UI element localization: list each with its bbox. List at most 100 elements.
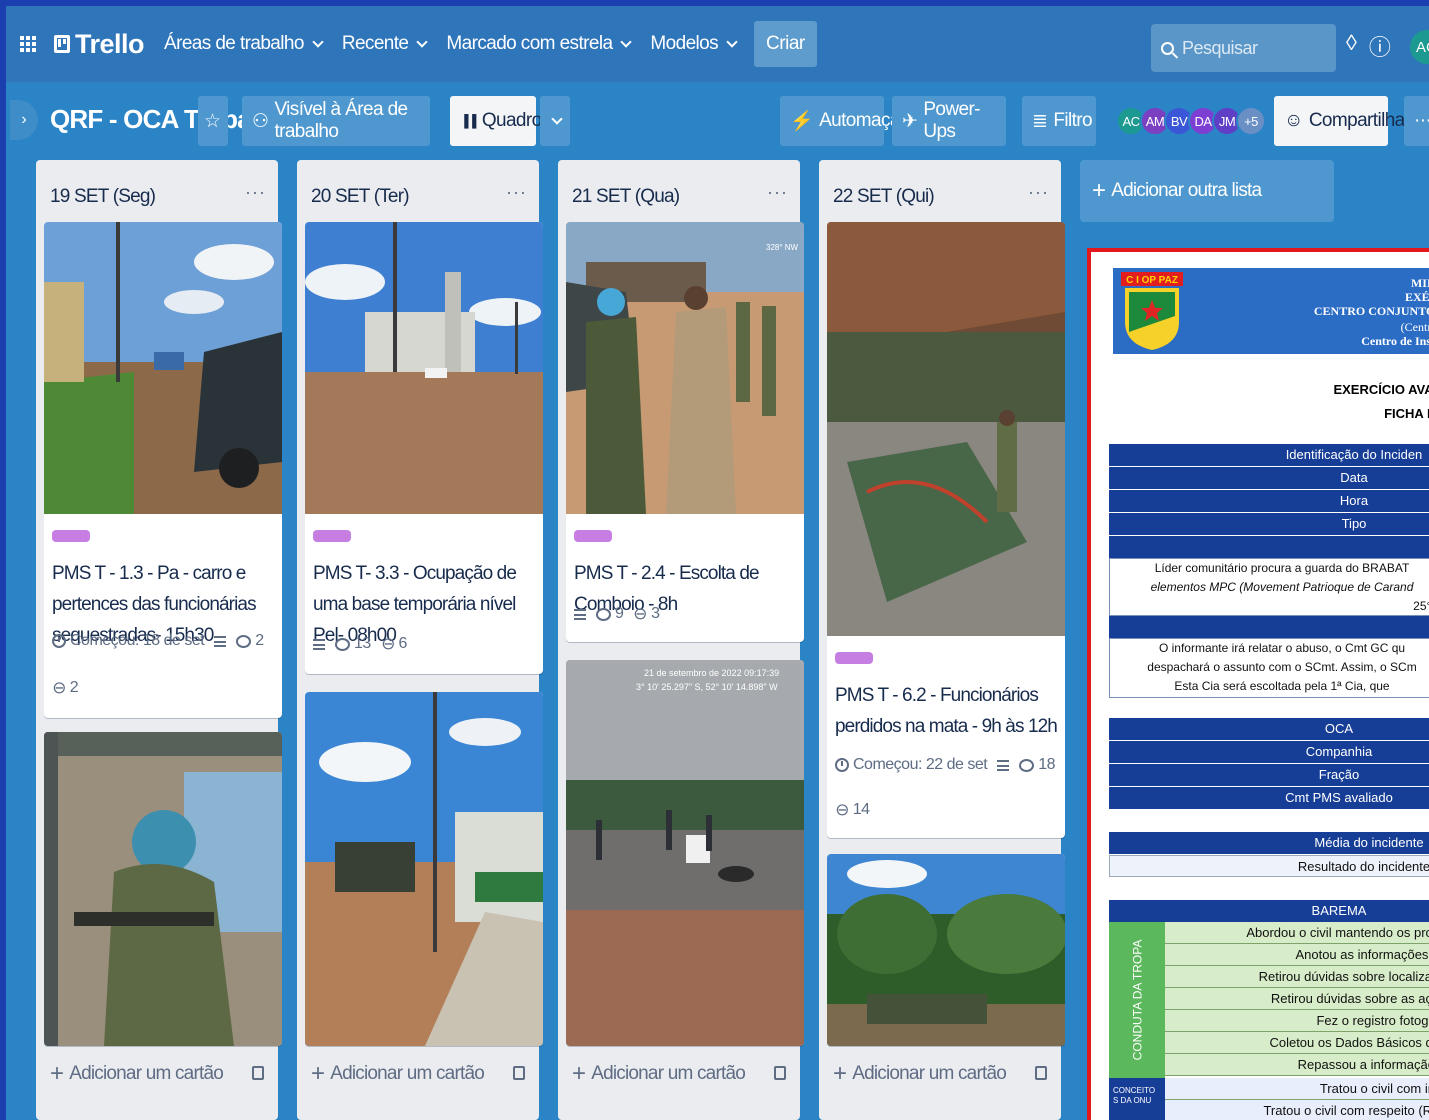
description-icon (214, 635, 227, 647)
add-list-label: Adicionar outra lista (1111, 180, 1262, 201)
brand-name: Trello (75, 28, 145, 59)
clock-icon (52, 634, 66, 648)
nav-workspaces-menu[interactable]: Áreas de trabalho (164, 33, 324, 55)
plus-icon: + (50, 1060, 64, 1087)
list-menu-button[interactable]: ··· (506, 182, 527, 203)
card-photo-only[interactable]: 21 de setembro de 2022 09:17:39 3° 10' 2… (566, 660, 804, 1046)
list-title[interactable]: 22 SET (Qui) (833, 186, 935, 208)
start-date-badge: Começou: 18 de set (52, 632, 205, 650)
nav-recent-label: Recente (341, 33, 409, 54)
list-menu-button[interactable]: ··· (245, 182, 266, 203)
visibility-label: Visível à Área de trabalho (274, 99, 408, 142)
list-menu-button[interactable]: ··· (767, 182, 788, 203)
description-icon (997, 759, 1010, 771)
barema-row: Repassou a informação ao (1165, 1054, 1429, 1076)
add-card-button[interactable]: + Adicionar um cartão (50, 1060, 224, 1088)
help-icon[interactable]: ⓘ (1369, 30, 1391, 62)
filter-label: Filtro (1053, 110, 1092, 131)
card-badges-row2: ⊘ 2 (48, 676, 79, 699)
board-view-button[interactable]: ▐▐ Quadro (450, 96, 542, 146)
paperclip-icon: ⊘ (830, 798, 854, 822)
card-cover-photo (827, 222, 1065, 636)
doc-row-companhia: Companhia (1109, 741, 1429, 763)
trello-logo[interactable]: Trello (54, 28, 145, 60)
filter-icon: ≣ (1032, 110, 1048, 132)
visibility-button[interactable]: ⚇ Visível à Área de trabalho (242, 96, 430, 146)
attachments-badge: ⊘ 3 (629, 602, 660, 625)
doc-header-line: (Centro S (1400, 320, 1429, 334)
start-date-badge: Começou: 22 de set (835, 756, 988, 774)
barema-row: Retirou dúvidas sobre localização (1165, 966, 1429, 988)
view-switcher-button[interactable] (540, 96, 570, 146)
list-menu-button[interactable]: ··· (1028, 182, 1049, 203)
list-title[interactable]: 20 SET (Ter) (311, 186, 410, 208)
comments-count: 9 (615, 605, 624, 622)
doc-text-line: Esta Cia será escoltada pela 1ª Cia, que (1174, 679, 1390, 693)
board-menu-button[interactable]: ··· (1404, 96, 1429, 146)
filter-button[interactable]: ≣ Filtro (1022, 96, 1096, 146)
comments-badge: 18 (1019, 756, 1055, 774)
card-pms-t-1-3[interactable]: PMS T - 1.3 - Pa - carro e pertences das… (44, 222, 282, 718)
create-button[interactable]: Criar (754, 21, 817, 67)
card-badges: Começou: 18 de set 2 (52, 632, 264, 650)
card-pms-t-6-2[interactable]: PMS T - 6.2 - Funcionários perdidos na m… (827, 222, 1065, 838)
doc-subtitle: FICHA DE (1384, 406, 1429, 421)
card-label (835, 652, 873, 664)
doc-row-id: Identificação do Inciden (1109, 444, 1429, 466)
seal-text: C I OP PAZ (1126, 275, 1178, 286)
card-pms-t-3-3[interactable]: PMS T- 3.3 - Ocupação de uma base tempor… (305, 222, 543, 674)
search-input[interactable]: Pesquisar (1151, 24, 1336, 72)
doc-row-blank (1109, 616, 1429, 638)
card-template-icon[interactable] (774, 1066, 786, 1080)
doc-barema-header: BAREMA (1109, 900, 1429, 922)
doc-row-resultado: Resultado do incidente (1109, 855, 1429, 877)
sidebar-toggle-chevron-right-icon[interactable]: › (10, 100, 38, 140)
list-22-set: 22 SET (Qui) ··· PMS T - 6.2 - Funcionár… (819, 160, 1065, 1120)
photo-gps-date-overlay: 21 de setembro de 2022 09:17:39 (644, 668, 779, 678)
comment-icon (1019, 758, 1035, 772)
plus-icon: + (311, 1060, 325, 1087)
description-icon (574, 608, 586, 620)
add-card-button[interactable]: + Adicionar um cartão (833, 1060, 1007, 1088)
chevron-down-icon (416, 36, 429, 48)
plus-icon: + (833, 1060, 847, 1087)
nav-recent-menu[interactable]: Recente (341, 33, 429, 55)
card-template-icon[interactable] (252, 1066, 264, 1080)
add-member-icon: ☺ (1284, 110, 1303, 131)
list-title[interactable]: 19 SET (Seg) (50, 186, 156, 208)
doc-paragraph-2: O informante irá relatar o abuso, o Cmt … (1109, 638, 1429, 698)
card-cover-photo: 21 de setembro de 2022 09:17:39 3° 10' 2… (566, 660, 804, 1046)
nav-starred-label: Marcado com estrela (446, 33, 613, 54)
card-template-icon[interactable] (513, 1066, 525, 1080)
add-card-button[interactable]: + Adicionar um cartão (572, 1060, 746, 1088)
card-badges-row2: ⊘ 14 (831, 798, 870, 821)
apps-grid-icon[interactable] (20, 36, 36, 52)
description-badge (214, 635, 227, 647)
automation-button[interactable]: ⚡ Automação (780, 96, 910, 146)
incident-form-document: C I OP PAZ MINIS EXÉRC CENTRO CONJUNTO D… (1087, 248, 1429, 1120)
attachments-count: 3 (651, 605, 660, 622)
list-title[interactable]: 21 SET (Qua) (572, 186, 680, 208)
comments-count: 18 (1038, 756, 1055, 773)
nav-templates-menu[interactable]: Modelos (650, 33, 738, 55)
card-template-icon[interactable] (1035, 1066, 1047, 1080)
card-label (574, 530, 612, 542)
chevron-down-icon (726, 36, 738, 48)
card-photo-only[interactable] (44, 732, 282, 1046)
share-button[interactable]: ☺ Compartilhar (1274, 96, 1411, 146)
list-19-set: 19 SET (Seg) ··· PMS T - 1.3 - Pa - carr… (36, 160, 282, 1120)
powerups-button[interactable]: ✈ Power-Ups (892, 96, 1006, 146)
member-avatar[interactable]: +5 (1236, 106, 1266, 136)
comment-icon (335, 637, 350, 651)
nav-starred-menu[interactable]: Marcado com estrela (446, 33, 633, 55)
notifications-bell-icon[interactable]: ◊ (1346, 30, 1357, 62)
star-board-button[interactable]: ☆ (198, 96, 228, 146)
top-icons: ◊ ⓘ (1346, 30, 1391, 62)
card-photo-only[interactable] (827, 854, 1065, 1046)
account-avatar[interactable]: AC (1410, 30, 1429, 64)
comments-count: 2 (255, 632, 264, 649)
card-photo-only[interactable] (305, 692, 543, 1046)
add-list-button[interactable]: + Adicionar outra lista (1080, 160, 1334, 222)
card-pms-t-2-4[interactable]: 328° NW PMS T - 2.4 - Escolta de Comboio… (566, 222, 804, 642)
add-card-button[interactable]: + Adicionar um cartão (311, 1060, 485, 1088)
